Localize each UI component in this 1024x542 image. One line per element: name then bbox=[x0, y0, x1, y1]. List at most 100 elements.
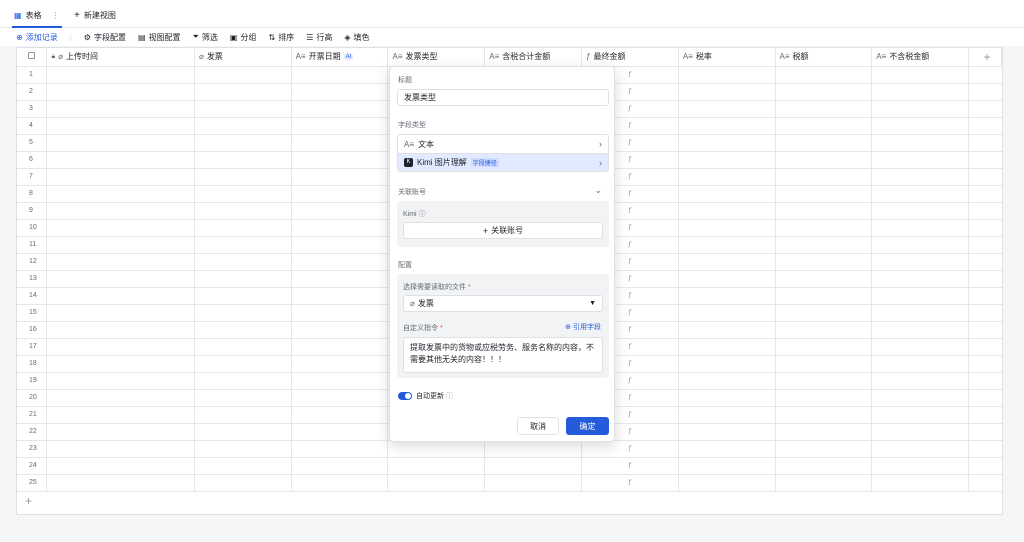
table-cell[interactable] bbox=[46, 134, 195, 152]
table-cell[interactable] bbox=[678, 151, 776, 169]
table-cell[interactable] bbox=[194, 236, 292, 254]
table-cell[interactable]: ƒ bbox=[581, 457, 679, 475]
table-cell[interactable] bbox=[46, 372, 195, 390]
table-cell[interactable] bbox=[194, 389, 292, 407]
table-cell[interactable] bbox=[46, 100, 195, 118]
table-cell[interactable] bbox=[871, 423, 970, 441]
tab-more-icon[interactable]: ⋮ bbox=[52, 11, 60, 20]
table-cell[interactable] bbox=[871, 474, 970, 492]
table-cell[interactable] bbox=[678, 406, 776, 424]
table-cell[interactable] bbox=[871, 338, 970, 356]
table-cell[interactable] bbox=[775, 117, 873, 135]
table-row[interactable]: 23 ƒ bbox=[17, 440, 1002, 458]
table-cell[interactable] bbox=[871, 117, 970, 135]
column-header[interactable]: ⌀ 发票 bbox=[194, 48, 292, 67]
table-cell[interactable] bbox=[678, 474, 776, 492]
table-cell[interactable] bbox=[775, 406, 873, 424]
table-cell[interactable] bbox=[291, 185, 389, 203]
table-cell[interactable] bbox=[775, 100, 873, 118]
table-cell[interactable] bbox=[46, 168, 195, 186]
table-cell[interactable] bbox=[775, 270, 873, 288]
field-type-text-option[interactable]: A≡ 文本 › bbox=[398, 135, 608, 153]
table-cell[interactable] bbox=[678, 355, 776, 373]
table-cell[interactable] bbox=[775, 287, 873, 305]
table-cell[interactable] bbox=[678, 304, 776, 322]
table-cell[interactable] bbox=[194, 440, 292, 458]
table-cell[interactable] bbox=[871, 100, 970, 118]
field-type-kimi-option[interactable]: K Kimi 图片理解 字段捷径 › bbox=[398, 153, 608, 171]
cancel-button[interactable]: 取消 bbox=[517, 417, 559, 435]
table-cell[interactable] bbox=[775, 355, 873, 373]
table-cell[interactable] bbox=[46, 287, 195, 305]
table-cell[interactable] bbox=[291, 474, 389, 492]
table-cell[interactable] bbox=[678, 423, 776, 441]
table-cell[interactable] bbox=[871, 236, 970, 254]
table-cell[interactable] bbox=[291, 423, 389, 441]
table-row[interactable]: 24 ƒ bbox=[17, 457, 1002, 475]
table-cell[interactable] bbox=[678, 389, 776, 407]
table-cell[interactable] bbox=[484, 440, 583, 458]
table-cell[interactable] bbox=[291, 321, 389, 339]
table-cell[interactable] bbox=[46, 457, 195, 475]
table-cell[interactable] bbox=[678, 236, 776, 254]
column-header[interactable]: ƒ 最终金额 bbox=[581, 48, 679, 67]
table-cell[interactable] bbox=[291, 406, 389, 424]
table-cell[interactable] bbox=[871, 151, 970, 169]
table-cell[interactable] bbox=[871, 389, 970, 407]
add-record-button[interactable]: ⊕ 添加记录 bbox=[16, 32, 58, 43]
table-cell[interactable] bbox=[291, 202, 389, 220]
title-input[interactable]: 发票类型 bbox=[397, 89, 609, 106]
table-cell[interactable] bbox=[194, 202, 292, 220]
table-cell[interactable] bbox=[678, 202, 776, 220]
table-cell[interactable] bbox=[871, 134, 970, 152]
table-cell[interactable]: ƒ bbox=[581, 440, 679, 458]
table-cell[interactable] bbox=[291, 389, 389, 407]
table-cell[interactable] bbox=[291, 117, 389, 135]
table-cell[interactable] bbox=[775, 219, 873, 237]
field-config-button[interactable]: ⚙ 字段配置 bbox=[84, 32, 126, 43]
table-cell[interactable] bbox=[871, 253, 970, 271]
table-cell[interactable] bbox=[775, 236, 873, 254]
table-cell[interactable] bbox=[46, 423, 195, 441]
table-cell[interactable] bbox=[194, 117, 292, 135]
table-cell[interactable] bbox=[775, 66, 873, 84]
sort-button[interactable]: ⇅ 排序 bbox=[268, 32, 294, 43]
table-cell[interactable] bbox=[194, 287, 292, 305]
table-cell[interactable] bbox=[775, 134, 873, 152]
table-cell[interactable] bbox=[678, 134, 776, 152]
table-cell[interactable] bbox=[194, 270, 292, 288]
table-cell[interactable] bbox=[46, 474, 195, 492]
add-row-button[interactable]: + bbox=[25, 494, 32, 508]
table-cell[interactable] bbox=[46, 406, 195, 424]
table-cell[interactable] bbox=[46, 355, 195, 373]
table-cell[interactable] bbox=[46, 338, 195, 356]
table-cell[interactable] bbox=[291, 100, 389, 118]
table-cell[interactable] bbox=[871, 83, 970, 101]
table-cell[interactable] bbox=[678, 457, 776, 475]
table-cell[interactable] bbox=[678, 372, 776, 390]
table-cell[interactable] bbox=[775, 83, 873, 101]
table-cell[interactable] bbox=[46, 253, 195, 271]
table-cell[interactable] bbox=[291, 372, 389, 390]
table-cell[interactable] bbox=[46, 151, 195, 169]
table-cell[interactable] bbox=[871, 66, 970, 84]
table-cell[interactable] bbox=[871, 185, 970, 203]
table-cell[interactable] bbox=[775, 440, 873, 458]
table-cell[interactable] bbox=[46, 66, 195, 84]
table-cell[interactable] bbox=[871, 270, 970, 288]
table-cell[interactable] bbox=[678, 270, 776, 288]
table-cell[interactable] bbox=[46, 83, 195, 101]
confirm-button[interactable]: 确定 bbox=[566, 417, 609, 435]
column-header[interactable]: 🔒︎ ⌀ 上传时间 bbox=[46, 48, 195, 67]
filter-button[interactable]: ⏷ 筛选 bbox=[193, 32, 218, 43]
table-cell[interactable] bbox=[678, 185, 776, 203]
table-cell[interactable] bbox=[46, 236, 195, 254]
column-header[interactable]: A≡ 发票类型 bbox=[387, 48, 486, 67]
table-cell[interactable] bbox=[678, 219, 776, 237]
table-cell[interactable] bbox=[775, 304, 873, 322]
table-cell[interactable] bbox=[871, 168, 970, 186]
file-select[interactable]: ⌀ 发票 ▼ bbox=[403, 295, 603, 312]
table-cell[interactable] bbox=[194, 168, 292, 186]
row-height-button[interactable]: ☰ 行高 bbox=[306, 32, 332, 43]
table-cell[interactable] bbox=[387, 474, 486, 492]
